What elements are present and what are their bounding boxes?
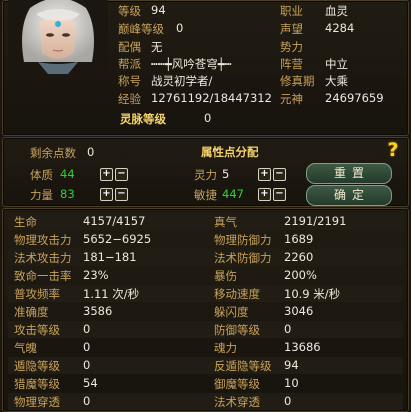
detail-label: 魂力 xyxy=(214,341,237,355)
detail-value: 4157/4157 xyxy=(83,214,146,228)
spirit-value: 24697659 xyxy=(325,91,384,105)
peak-level-label: 巅峰等级 xyxy=(118,22,164,36)
detail-label: 暴伤 xyxy=(214,269,237,283)
detail-label: 致命一击率 xyxy=(14,269,72,283)
reset-button[interactable]: 重置 xyxy=(306,163,392,184)
level-label: 等级 xyxy=(118,4,141,18)
detail-label: 法术防御力 xyxy=(214,251,272,265)
level-value: 94 xyxy=(151,3,166,17)
detail-value: 2191/2191 xyxy=(284,214,347,228)
confirm-button[interactable]: 确定 xyxy=(306,185,392,206)
avatar-portrait-icon xyxy=(8,0,108,74)
help-icon[interactable]: ? xyxy=(383,140,403,160)
detail-label: 准确度 xyxy=(14,305,49,319)
class-value: 血灵 xyxy=(325,4,348,18)
stat-str-plus-button[interactable]: + xyxy=(100,188,113,201)
detail-value: 0 xyxy=(83,322,91,336)
stat-agi-plus-button[interactable]: + xyxy=(258,188,271,201)
exp-label: 经验 xyxy=(118,92,141,106)
table-row-stripe xyxy=(8,357,403,374)
detail-label: 普攻频率 xyxy=(14,287,60,301)
stat-str-label: 力量 xyxy=(30,188,53,202)
remaining-points-label: 剩余点数 xyxy=(30,146,76,160)
detail-value: 0 xyxy=(83,394,91,408)
vein-level-value: 0 xyxy=(204,111,212,125)
detail-label: 法术攻击力 xyxy=(14,251,72,265)
detail-value: 1.11 次/秒 xyxy=(83,287,140,301)
table-row-stripe xyxy=(8,393,403,410)
detail-value: 0 xyxy=(284,322,292,336)
detail-value: 10.9 米/秒 xyxy=(284,287,341,301)
detail-label: 防御等级 xyxy=(214,323,260,337)
title-label: 称号 xyxy=(118,74,141,88)
detail-label: 物理穿透 xyxy=(14,395,60,409)
stat-spi-minus-button[interactable]: − xyxy=(273,168,286,181)
detail-value: 23% xyxy=(83,268,109,282)
spirit-label: 元神 xyxy=(280,92,303,106)
detail-label: 遁隐等级 xyxy=(14,359,60,373)
detail-label: 真气 xyxy=(214,215,237,229)
reputation-value: 4284 xyxy=(325,21,355,35)
detail-value: 2260 xyxy=(284,250,314,264)
remaining-points-value: 0 xyxy=(87,145,95,159)
detail-value: 181−181 xyxy=(83,250,137,264)
detail-value: 1689 xyxy=(284,232,314,246)
cultivation-label: 修真期 xyxy=(280,74,315,88)
spouse-label: 配偶 xyxy=(118,40,141,54)
detail-label: 气魄 xyxy=(14,341,37,355)
camp-value: 中立 xyxy=(325,57,348,71)
title-value: 战灵初学者/ xyxy=(151,74,213,88)
spouse-value: 无 xyxy=(151,40,163,54)
detail-value: 5652−6925 xyxy=(83,232,152,246)
stat-con-plus-button[interactable]: + xyxy=(100,168,113,181)
vein-level-label: 灵脉等级 xyxy=(120,112,166,126)
peak-level-value: 0 xyxy=(176,21,184,35)
detail-label: 物理攻击力 xyxy=(14,233,72,247)
detail-label: 反遁隐等级 xyxy=(214,359,272,373)
stat-str-value: 83 xyxy=(60,187,75,201)
detail-label: 御魔等级 xyxy=(214,377,260,391)
detail-value: 94 xyxy=(284,358,299,372)
stat-spi-value: 5 xyxy=(222,167,230,181)
camp-label: 阵营 xyxy=(280,57,303,71)
faction-label: 势力 xyxy=(280,40,303,54)
stat-spi-plus-button[interactable]: + xyxy=(258,168,271,181)
stat-str-minus-button[interactable]: − xyxy=(115,188,128,201)
stat-agi-minus-button[interactable]: − xyxy=(273,188,286,201)
exp-value: 12761192/18447312 xyxy=(151,91,272,105)
stat-spi-label: 灵力 xyxy=(194,168,217,182)
detail-label: 移动速度 xyxy=(214,287,260,301)
table-row-stripe xyxy=(8,321,403,338)
detail-value: 3586 xyxy=(83,304,113,318)
reputation-label: 声望 xyxy=(280,22,303,36)
detail-label: 猎魔等级 xyxy=(14,377,60,391)
stat-agi-label: 敏捷 xyxy=(194,188,217,202)
detail-value: 200% xyxy=(284,268,317,282)
avatar xyxy=(8,0,108,74)
table-row-stripe xyxy=(8,285,403,302)
detail-label: 生命 xyxy=(14,215,37,229)
detail-value: 0 xyxy=(83,340,91,354)
stat-con-value: 44 xyxy=(60,167,75,181)
points-title: 属性点分配 xyxy=(201,145,259,159)
class-label: 职业 xyxy=(280,4,303,18)
detail-label: 物理防御力 xyxy=(214,233,272,247)
detail-label: 法术穿透 xyxy=(214,395,260,409)
stat-agi-value: 447 xyxy=(222,187,244,201)
guild-label: 帮派 xyxy=(118,57,141,71)
detail-value: 10 xyxy=(284,376,299,390)
detail-value: 13686 xyxy=(284,340,321,354)
detail-value: 3046 xyxy=(284,304,314,318)
stat-con-minus-button[interactable]: − xyxy=(115,168,128,181)
detail-label: 攻击等级 xyxy=(14,323,60,337)
stat-con-label: 体质 xyxy=(30,168,53,182)
detail-value: 0 xyxy=(83,358,91,372)
detail-value: 0 xyxy=(284,394,292,408)
detail-value: 54 xyxy=(83,376,98,390)
cultivation-value: 大乘 xyxy=(325,74,348,88)
detail-label: 躲闪度 xyxy=(214,305,249,319)
guild-value: ┅┅┿风吟苍穹┿┅ xyxy=(151,57,232,71)
